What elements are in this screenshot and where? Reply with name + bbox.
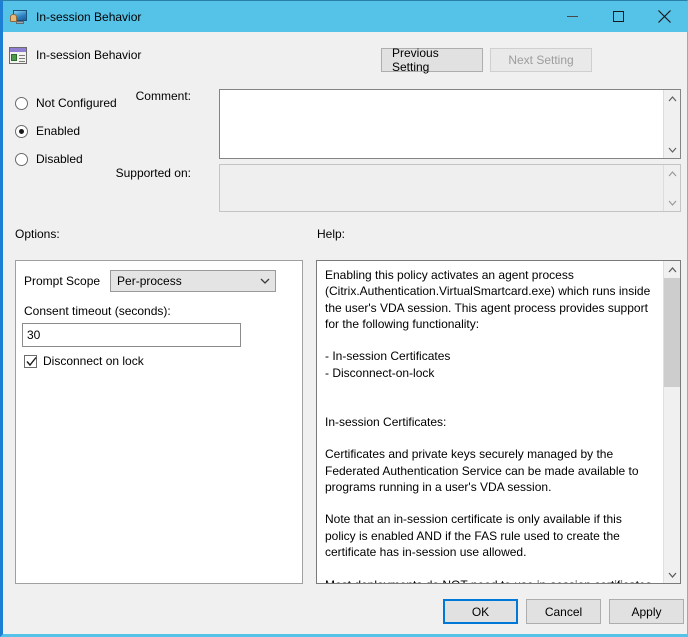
supported-on-scrollbar[interactable] (663, 165, 680, 211)
maximize-icon (613, 11, 624, 22)
title-bar: In-session Behavior (3, 1, 687, 32)
help-panel: Enabling this policy activates an agent … (316, 260, 681, 584)
close-button[interactable] (641, 1, 687, 32)
comment-scrollbar[interactable] (663, 90, 680, 158)
disconnect-on-lock-row[interactable]: Disconnect on lock (24, 354, 144, 368)
help-section-label: Help: (317, 227, 345, 241)
checkmark-icon (26, 356, 37, 367)
group-policy-setting-icon (9, 47, 27, 64)
chevron-down-icon (255, 278, 275, 284)
prompt-scope-dropdown[interactable]: Per-process (110, 270, 276, 292)
consent-timeout-input[interactable] (22, 323, 241, 347)
radio-enabled-label: Enabled (36, 124, 80, 138)
next-setting-button[interactable]: Next Setting (490, 48, 592, 72)
window-controls (549, 1, 687, 32)
help-scroll-down-icon[interactable] (664, 566, 680, 583)
setting-name: In-session Behavior (36, 48, 141, 62)
supported-on-textbox (219, 164, 681, 212)
help-scroll-track[interactable] (664, 278, 680, 566)
consent-timeout-label: Consent timeout (seconds): (24, 304, 171, 318)
apply-button[interactable]: Apply (609, 599, 684, 624)
dialog-footer: OK Cancel Apply (443, 599, 684, 624)
radio-enabled[interactable]: Enabled (15, 117, 117, 145)
radio-not-configured-indicator (15, 97, 28, 110)
options-panel: Prompt Scope Per-process Consent timeout… (15, 260, 303, 584)
comment-label: Comment: (83, 89, 191, 103)
minimize-button[interactable] (549, 1, 595, 32)
prompt-scope-value: Per-process (111, 274, 255, 288)
computer-monitor-icon (10, 9, 28, 25)
comment-scroll-down-icon[interactable] (664, 141, 680, 158)
window-title: In-session Behavior (36, 10, 549, 24)
prompt-scope-label: Prompt Scope (24, 274, 100, 288)
comment-textbox[interactable] (219, 89, 681, 159)
maximize-button[interactable] (595, 1, 641, 32)
disconnect-on-lock-label: Disconnect on lock (43, 354, 144, 368)
comment-input[interactable] (220, 90, 663, 158)
disconnect-on-lock-checkbox[interactable] (24, 355, 37, 368)
previous-setting-button[interactable]: Previous Setting (381, 48, 483, 72)
close-icon (658, 10, 671, 23)
comment-scroll-up-icon[interactable] (664, 90, 680, 107)
help-text: Enabling this policy activates an agent … (317, 261, 663, 583)
help-scroll-thumb[interactable] (664, 278, 681, 387)
help-scroll-up-icon[interactable] (664, 261, 680, 278)
minimize-icon (567, 16, 578, 17)
options-section-label: Options: (15, 227, 60, 241)
radio-disabled-label: Disabled (36, 152, 83, 166)
supported-on-scroll-down-icon[interactable] (664, 194, 680, 211)
policy-setting-dialog: In-session Behavior In-session Behavio (0, 0, 688, 637)
help-scrollbar[interactable] (663, 261, 680, 583)
radio-disabled-indicator (15, 153, 28, 166)
supported-on-scroll-up-icon[interactable] (664, 165, 680, 182)
supported-on-value (220, 165, 663, 211)
radio-enabled-indicator (15, 125, 28, 138)
supported-on-label: Supported on: (83, 166, 191, 180)
cancel-button[interactable]: Cancel (526, 599, 601, 624)
prompt-scope-row: Prompt Scope Per-process (24, 270, 276, 292)
ok-button[interactable]: OK (443, 599, 518, 624)
